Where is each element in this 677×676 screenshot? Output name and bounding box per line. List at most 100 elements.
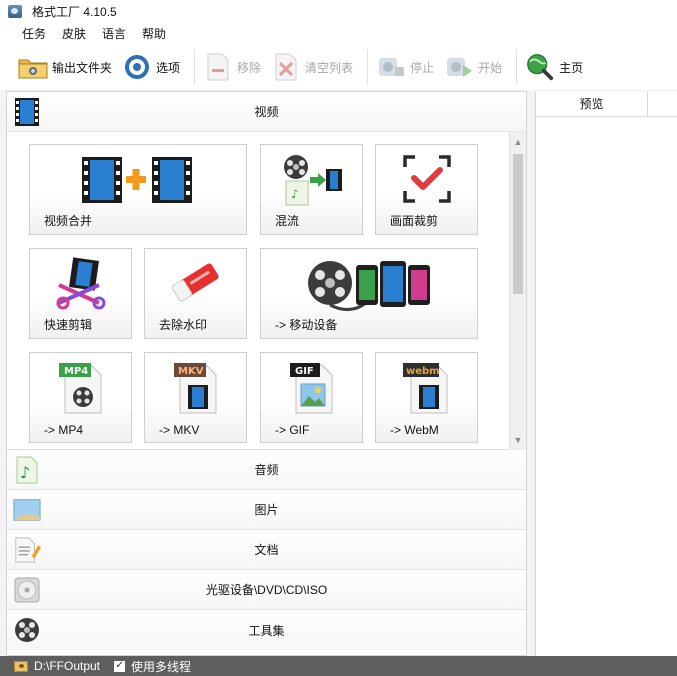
webm-badge: webm (406, 366, 440, 377)
output-path[interactable]: D:\FFOutput (34, 659, 100, 673)
multithread-label[interactable]: 使用多线程 (131, 658, 191, 675)
clear-list-button[interactable]: 清空列表 (271, 49, 359, 85)
stop-button[interactable]: 停止 (376, 49, 440, 85)
task-list-panel[interactable]: 预览 (535, 91, 677, 656)
mux-icon: ♪ (261, 151, 362, 209)
crop-icon (376, 151, 477, 207)
output-folder-label: 输出文件夹 (52, 60, 113, 75)
preview-column-header[interactable]: 预览 (536, 91, 648, 116)
tile-video-merge[interactable]: 视频合并 (29, 144, 247, 235)
tile-to-mp4-label: -> MP4 (44, 423, 84, 437)
category-tools[interactable]: 工具集 (7, 610, 526, 650)
menu-skin[interactable]: 皮肤 (54, 25, 94, 42)
remove-document-icon (203, 52, 233, 82)
category-document-label: 文档 (254, 543, 279, 557)
category-document[interactable]: 文档 (7, 530, 526, 570)
category-panel: 视频 视频合并 ♪ 混流 画面裁剪 快速剪辑 去除水印 -> 移动设备 MP4 … (6, 91, 527, 656)
mp4-file-icon: MP4 (30, 359, 131, 417)
video-merge-icon (30, 151, 246, 207)
options-label: 选项 (156, 60, 181, 75)
toolbar-separator (516, 49, 518, 85)
eraser-icon (145, 255, 246, 311)
tile-remove-watermark-label: 去除水印 (159, 318, 208, 332)
scroll-down-arrow-icon[interactable]: ▼ (510, 432, 526, 448)
window-title: 格式工厂 4.10.5 (32, 4, 117, 19)
mkv-file-icon: MKV (145, 359, 246, 417)
tile-video-merge-label: 视频合并 (44, 214, 93, 228)
mkv-badge: MKV (178, 366, 204, 377)
options-gear-icon (122, 52, 152, 82)
tile-to-webm[interactable]: webm -> WebM (375, 352, 478, 443)
category-disc-label: 光驱设备\DVD\CD\ISO (205, 583, 328, 597)
menu-help[interactable]: 帮助 (134, 25, 174, 42)
film-strip-icon (13, 97, 41, 127)
home-label: 主页 (559, 60, 584, 75)
category-image-label: 图片 (254, 503, 279, 517)
tile-crop-label: 画面裁剪 (390, 214, 439, 228)
clear-list-icon (271, 52, 301, 82)
mobile-devices-icon (261, 255, 477, 315)
menu-language[interactable]: 语言 (94, 25, 134, 42)
task-list-header: 预览 (536, 91, 677, 117)
stop-label: 停止 (410, 60, 435, 75)
tile-mobile-device-label: -> 移动设备 (275, 318, 338, 332)
tile-mobile-device[interactable]: -> 移动设备 (260, 248, 478, 339)
tile-to-gif[interactable]: GIF -> GIF (260, 352, 363, 443)
menu-bar: 任务 皮肤 语言 帮助 (0, 22, 677, 44)
webm-file-icon: webm (376, 359, 477, 417)
tile-to-mp4[interactable]: MP4 -> MP4 (29, 352, 132, 443)
tile-to-mkv[interactable]: MKV -> MKV (144, 352, 247, 443)
tile-to-mkv-label: -> MKV (159, 423, 200, 437)
toolbar-separator (367, 49, 369, 85)
video-grid-scrollbar[interactable]: ▲ ▼ (509, 132, 526, 450)
picture-icon (13, 495, 41, 525)
tile-quick-cut[interactable]: 快速剪辑 (29, 248, 132, 339)
scroll-up-arrow-icon[interactable]: ▲ (510, 134, 526, 150)
tile-to-gif-label: -> GIF (275, 423, 310, 437)
app-logo-icon (8, 4, 22, 18)
home-button[interactable]: 主页 (525, 49, 589, 85)
start-button[interactable]: 开始 (444, 49, 508, 85)
film-reel-tools-icon (13, 615, 41, 645)
svg-text:♪: ♪ (291, 187, 299, 201)
scissors-film-icon (30, 255, 131, 313)
music-file-icon: ♪ (13, 455, 41, 485)
multithread-checkbox[interactable]: ✓ (114, 660, 126, 672)
tile-mux-label: 混流 (275, 214, 300, 228)
options-button[interactable]: 选项 (122, 49, 186, 85)
start-icon (444, 52, 474, 82)
title-bar: 格式工厂 4.10.5 (0, 0, 677, 22)
output-folder-button[interactable]: 输出文件夹 (18, 49, 118, 85)
category-video[interactable]: 视频 (7, 92, 526, 132)
next-column-header[interactable] (648, 91, 677, 116)
clear-list-label: 清空列表 (305, 60, 354, 75)
remove-button[interactable]: 移除 (203, 49, 267, 85)
video-tools-grid: 视频合并 ♪ 混流 画面裁剪 快速剪辑 去除水印 -> 移动设备 MP4 -> … (7, 132, 526, 450)
category-tools-label: 工具集 (248, 623, 285, 638)
tile-to-webm-label: -> WebM (390, 423, 439, 437)
document-pencil-icon (13, 535, 41, 565)
scroll-thumb[interactable] (513, 154, 523, 294)
folder-icon (18, 52, 48, 82)
tile-remove-watermark[interactable]: 去除水印 (144, 248, 247, 339)
status-bar: D:\FFOutput ✓ 使用多线程 (0, 656, 677, 676)
start-label: 开始 (478, 60, 503, 75)
gif-file-icon: GIF (261, 359, 362, 417)
tile-crop[interactable]: 画面裁剪 (375, 144, 478, 235)
stop-icon (376, 52, 406, 82)
svg-text:♪: ♪ (20, 463, 30, 482)
mp4-badge: MP4 (64, 366, 88, 377)
output-folder-icon[interactable] (14, 660, 28, 672)
app-window: 格式工厂 4.10.5 任务 皮肤 语言 帮助 输出文件夹 选项 移除 清空列表… (0, 0, 677, 676)
toolbar: 输出文件夹 选项 移除 清空列表 停止 开始 主页 (0, 44, 677, 90)
menu-task[interactable]: 任务 (14, 25, 54, 42)
tile-mux[interactable]: ♪ 混流 (260, 144, 363, 235)
globe-search-icon (525, 52, 555, 82)
category-image[interactable]: 图片 (7, 490, 526, 530)
category-disc[interactable]: 光驱设备\DVD\CD\ISO (7, 570, 526, 610)
disc-drive-icon (13, 575, 41, 605)
category-audio-label: 音频 (254, 463, 279, 477)
category-audio[interactable]: ♪ 音频 (7, 450, 526, 490)
toolbar-separator (194, 49, 196, 85)
category-video-label: 视频 (254, 105, 279, 119)
